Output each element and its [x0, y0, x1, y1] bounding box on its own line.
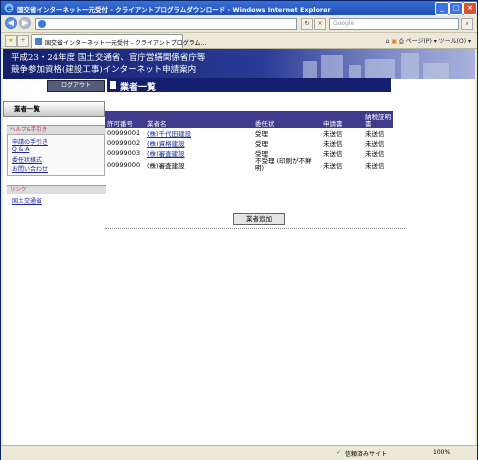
search-icon[interactable]: ⌕: [461, 18, 473, 30]
col-header-tax: 納税証明書: [363, 111, 393, 128]
vendor-table: 許可番号 業者名 委任状 申請書 納税証明書 00999001 (株)千代田建設…: [105, 111, 393, 172]
address-input[interactable]: [35, 18, 297, 30]
command-bar-text[interactable]: ページ(P) ▾ ツール(O) ▾: [406, 38, 471, 45]
cell-application-status: 未送信: [323, 150, 343, 158]
print-icon[interactable]: ⎙: [399, 38, 404, 45]
cell-vendor-name: (株)審査建設: [147, 162, 185, 170]
sidebar-item-label: 業者一覧: [14, 105, 40, 113]
home-icon[interactable]: ⌂: [386, 38, 390, 45]
command-bar[interactable]: ⌂ ▣ ⎙ ページ(P) ▾ ツール(O) ▾: [386, 36, 471, 46]
page-title: 業者一覧: [120, 83, 157, 93]
logout-button[interactable]: ログアウト: [47, 80, 105, 92]
cell-proxy-status: 受理: [255, 130, 268, 138]
site-banner: 平成23・24年度 国土交通省、官庁営繕関係省庁等 競争参加資格(建設工事)イン…: [3, 49, 475, 79]
tab-page-icon: [35, 38, 42, 45]
status-bar: ✓ 信頼済みサイト 100%: [1, 445, 477, 460]
col-header-proxy: 委任状: [253, 111, 321, 128]
banner-building: [321, 55, 343, 79]
link-mlit[interactable]: 国土交通省: [12, 196, 42, 205]
favorites-star-icon[interactable]: ★: [5, 35, 17, 47]
header-marker: [110, 81, 116, 89]
banner-title-line1: 平成23・24年度 国土交通省、官庁営繕関係省庁等: [11, 53, 206, 63]
help-link-contact[interactable]: お問い合わせ: [12, 164, 48, 173]
table-row: 00999002 (株)資格建設 受理 未送信 未送信: [105, 138, 393, 148]
cell-application-status: 未送信: [323, 130, 343, 138]
minimize-button[interactable]: _: [435, 2, 449, 15]
col-header-application: 申請書: [321, 111, 363, 128]
col-header-number: 許可番号: [105, 111, 145, 128]
browser-window: e 国交省インターネット一元受付 - クライアントプログラムダウンロード - W…: [0, 0, 478, 460]
banner-building: [303, 61, 317, 79]
svg-text:e: e: [7, 4, 13, 13]
security-zone: 信頼済みサイト: [345, 451, 388, 458]
cell-number: 00999001: [107, 129, 141, 137]
cell-tax-status: 未送信: [365, 140, 385, 148]
table-header-row: 許可番号 業者名 委任状 申請書 納税証明書: [105, 111, 393, 128]
add-vendor-button[interactable]: 業者追加: [233, 213, 285, 225]
title-bar: e 国交省インターネット一元受付 - クライアントプログラムダウンロード - W…: [1, 1, 477, 15]
tab-bar: ★ + 国交省インターネット一元受付 - クライアントプログラム... ⌂ ▣ …: [1, 33, 477, 49]
cell-proxy-status: 不受理 (印刷が不鮮明): [255, 157, 312, 172]
banner-building: [365, 59, 395, 79]
sidebar-item-vendor-list[interactable]: 業者一覧: [3, 101, 105, 117]
help-link-qa[interactable]: Q & A: [12, 146, 29, 153]
page-content: 平成23・24年度 国土交通省、官庁営繕関係省庁等 競争参加資格(建設工事)イン…: [3, 49, 475, 445]
forward-icon[interactable]: ▶: [19, 17, 31, 29]
zoom-level[interactable]: 100%: [433, 449, 450, 456]
add-favorite-icon[interactable]: +: [17, 35, 29, 47]
col-header-name: 業者名: [145, 111, 253, 128]
search-input[interactable]: Google: [329, 18, 459, 30]
cell-number: 00999003: [107, 149, 141, 157]
table-row: 00999000 (株)審査建設 不受理 (印刷が不鮮明) 未送信 未送信: [105, 158, 393, 172]
cell-tax-status: 未送信: [365, 150, 385, 158]
trusted-check-icon: ✓: [336, 449, 342, 456]
refresh-icon[interactable]: ↻: [301, 18, 313, 30]
cell-number: 00999000: [107, 161, 141, 169]
maximize-button[interactable]: □: [449, 2, 463, 15]
close-button[interactable]: ×: [463, 2, 477, 15]
feeds-icon[interactable]: ▣: [391, 38, 397, 45]
stop-icon[interactable]: ×: [314, 18, 326, 30]
cell-vendor-link[interactable]: (株)資格建設: [145, 138, 253, 148]
banner-building: [349, 65, 361, 79]
window-title: 国交省インターネット一元受付 - クライアントプログラムダウンロード - Win…: [17, 6, 331, 14]
cell-vendor-link[interactable]: (株)審査建設: [145, 148, 253, 158]
banner-building: [423, 63, 449, 79]
browser-tab[interactable]: 国交省インターネット一元受付 - クライアントプログラム...: [31, 34, 206, 48]
cell-proxy-status: 受理: [255, 140, 268, 148]
banner-title-line2: 競争参加資格(建設工事)インターネット申請案内: [11, 65, 197, 75]
table-row: 00999001 (株)千代田建設 受理 未送信 未送信: [105, 128, 393, 138]
link-section-header: リンク: [7, 185, 106, 194]
tab-label: 国交省インターネット一元受付 - クライアントプログラム...: [45, 40, 207, 47]
table-row: 00999003 (株)審査建設 受理 未送信 未送信: [105, 148, 393, 158]
cell-tax-status: 未送信: [365, 130, 385, 138]
page-header: 業者一覧: [107, 78, 391, 93]
search-placeholder: Google: [333, 20, 355, 27]
address-bar: ◀ ▶ ↻ × Google ⌕: [1, 15, 477, 33]
help-section-header: ヘルプ&手引き: [7, 125, 106, 134]
help-link-proxy-form[interactable]: 委任状様式: [12, 155, 42, 164]
content-divider: [105, 228, 405, 229]
cell-number: 00999002: [107, 139, 141, 147]
cell-application-status: 未送信: [323, 162, 343, 170]
ie-logo-icon: e: [4, 3, 14, 13]
cell-application-status: 未送信: [323, 140, 343, 148]
help-link-guide[interactable]: 申請の手引き: [12, 137, 48, 146]
banner-building: [401, 53, 419, 79]
cell-tax-status: 未送信: [365, 162, 385, 170]
cell-vendor-link[interactable]: (株)千代田建設: [145, 128, 253, 138]
back-icon[interactable]: ◀: [5, 17, 17, 29]
page-icon: [38, 20, 46, 28]
